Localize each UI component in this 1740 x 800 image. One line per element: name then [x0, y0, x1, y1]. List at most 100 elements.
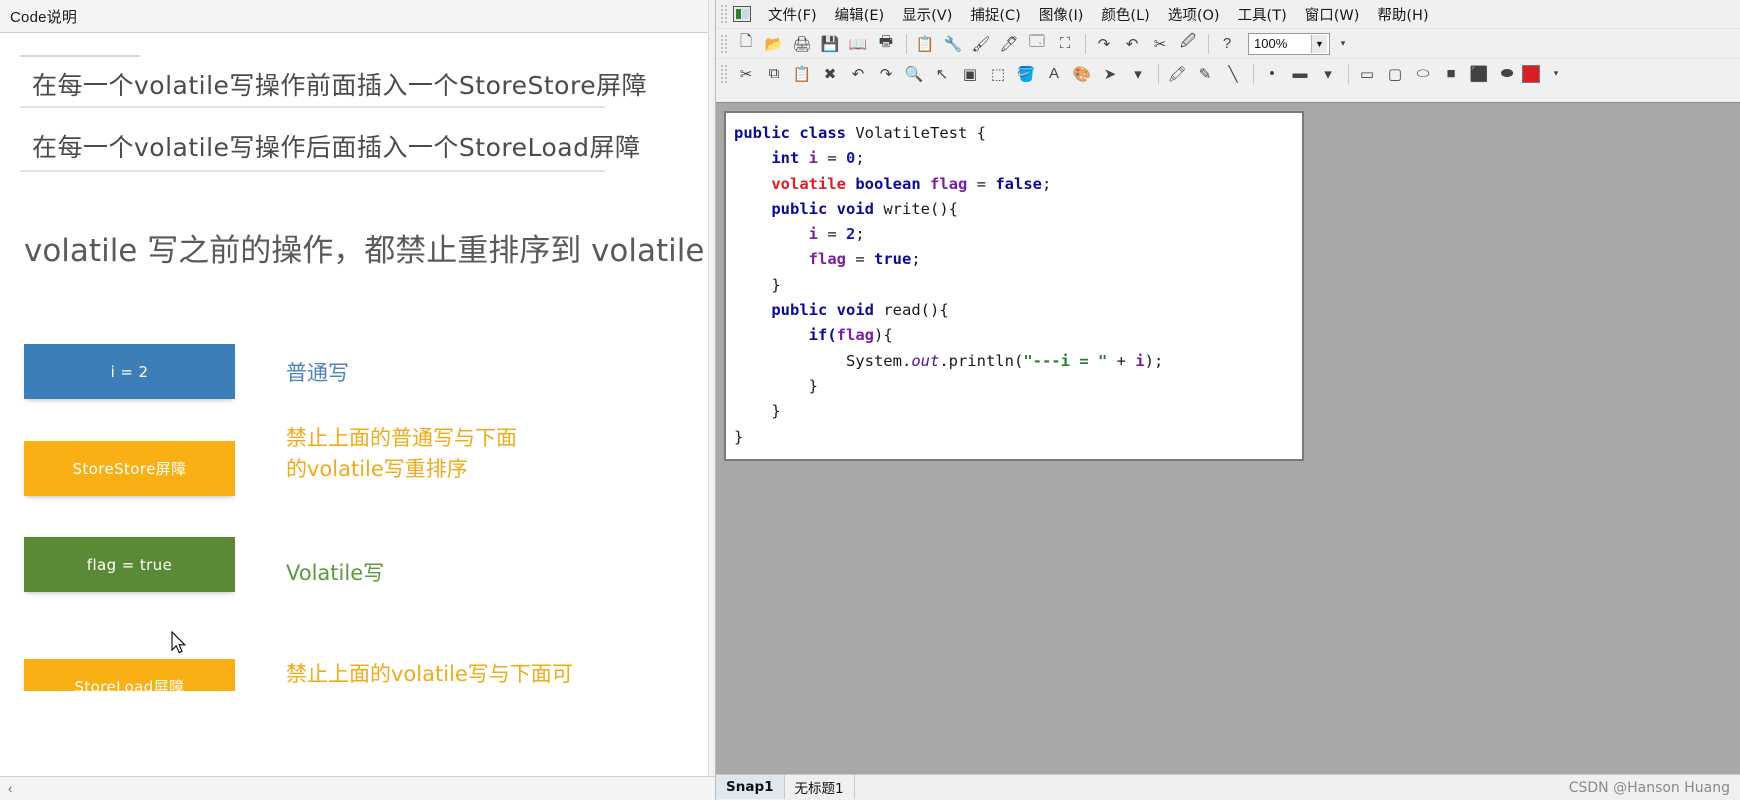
select-region-icon[interactable]: ⬚: [985, 61, 1011, 87]
copy-icon[interactable]: ⧉: [761, 61, 787, 87]
slide-bullet-1-underline: [20, 106, 605, 108]
wrench-icon[interactable]: 🔧: [940, 31, 966, 57]
book-icon[interactable]: 📖: [845, 31, 871, 57]
zoom-more-icon[interactable]: ▾: [1330, 31, 1356, 57]
menu-item-8[interactable]: 窗口(W): [1296, 1, 1369, 28]
code-token: 2: [846, 225, 856, 244]
diagram-note-normal-write: 普通写: [286, 361, 349, 385]
text-icon[interactable]: A: [1041, 61, 1067, 87]
zoom-value: 100%: [1254, 36, 1288, 51]
edit-image-icon[interactable]: 🖉: [1175, 31, 1201, 57]
menu-item-4[interactable]: 图像(I): [1030, 1, 1093, 28]
watermark-text: CSDN @Hanson Huang: [1568, 779, 1730, 796]
code-token: write(){: [883, 199, 958, 218]
help-pointer-icon[interactable]: ?: [1214, 31, 1240, 57]
zoom-icon[interactable]: 🔍: [901, 61, 927, 87]
open-folder-icon[interactable]: 📂: [761, 31, 787, 57]
scroll-left-icon[interactable]: ‹: [8, 781, 12, 796]
region-capture-icon[interactable]: ⛶: [1052, 31, 1078, 57]
code-token: +: [1107, 351, 1136, 370]
menu-item-6[interactable]: 选项(O): [1159, 1, 1229, 28]
slide-content: 在每一个volatile写操作前面插入一个StoreStore屏障 在每一个vo…: [8, 33, 708, 691]
menubar-grip[interactable]: [720, 4, 729, 24]
ellipse-icon[interactable]: ⬭: [1410, 61, 1436, 87]
canvas-area[interactable]: public class VolatileTest { int i = 0; v…: [716, 102, 1740, 774]
toolbar2-grip[interactable]: [720, 63, 729, 84]
line-width-dropdown-icon[interactable]: ▾: [1315, 61, 1341, 87]
diagram-box-i2-label: i = 2: [110, 362, 149, 381]
rect-shape-icon[interactable]: ▭: [1354, 61, 1380, 87]
rotate-right-icon[interactable]: ↷: [1091, 31, 1117, 57]
dot-size-icon[interactable]: •: [1259, 61, 1285, 87]
document-title: Code说明: [10, 8, 78, 26]
line-width-icon[interactable]: ▬: [1287, 61, 1313, 87]
menubar: 文件(F) 编辑(E) 显示(V) 捕捉(C) 图像(I) 颜色(L) 选项(O) 工具(T)…: [716, 0, 1740, 28]
toolbar-separator: [1208, 33, 1209, 54]
undo-icon[interactable]: ↶: [845, 61, 871, 87]
filled-ellipse-icon[interactable]: ⬬: [1494, 61, 1520, 87]
redo-icon[interactable]: ↷: [873, 61, 899, 87]
code-line-0: public class VolatileTest {: [734, 121, 1163, 146]
clipboard-icon[interactable]: 📋: [912, 31, 938, 57]
document-titlebar: Code说明: [0, 0, 715, 33]
app-icon: [733, 6, 751, 22]
rounded-rect-icon[interactable]: ▢: [1382, 61, 1408, 87]
code-token: if(: [808, 326, 837, 345]
menu-item-2[interactable]: 显示(V): [893, 1, 961, 28]
toolbar1-grip[interactable]: [720, 33, 729, 54]
code-token: System.: [845, 351, 912, 370]
arrow-dropdown-icon[interactable]: ▾: [1125, 61, 1151, 87]
save-icon[interactable]: 💾: [817, 31, 843, 57]
code-line-9: System.out.println("---i = " + i);: [734, 349, 1163, 374]
chevron-down-icon[interactable]: ▼: [1311, 34, 1327, 53]
code-token: void: [836, 199, 884, 218]
menu-item-3[interactable]: 捕捉(C): [961, 1, 1029, 28]
status-tab-0[interactable]: Snap1: [716, 775, 785, 799]
code-line-6: }: [734, 273, 1163, 298]
filled-rect-icon[interactable]: ■: [1438, 61, 1464, 87]
diagram-box-storeload-label: StoreLoad屏障: [74, 678, 185, 691]
color-dropdown-icon[interactable]: ▾: [1543, 61, 1569, 87]
zoom-combobox[interactable]: 100% ▼: [1248, 32, 1330, 55]
crop-icon[interactable]: ✂: [1147, 31, 1173, 57]
primary-color-swatch[interactable]: [1522, 64, 1540, 83]
highlighter-icon[interactable]: 🖍: [1164, 61, 1190, 87]
code-token: ;: [1042, 174, 1052, 193]
arrow-tool-icon[interactable]: ➤: [1097, 61, 1123, 87]
status-tab-1[interactable]: 无标题1: [785, 775, 855, 799]
cut-icon[interactable]: ✂: [733, 61, 759, 87]
select-arrow-icon[interactable]: ↖: [929, 61, 955, 87]
code-line-8: if(flag){: [734, 323, 1163, 348]
captured-image-frame[interactable]: public class VolatileTest { int i = 0; v…: [724, 111, 1304, 461]
filled-round-icon[interactable]: ⬛: [1466, 61, 1492, 87]
color-picker-icon[interactable]: 🎨: [1069, 61, 1095, 87]
menu-item-0[interactable]: 文件(F): [759, 1, 826, 28]
window-capture-icon[interactable]: 🗔: [1024, 31, 1050, 57]
rotate-left-icon[interactable]: ↶: [1119, 31, 1145, 57]
print-icon[interactable]: 🖶: [873, 31, 899, 57]
fill-icon[interactable]: 🪣: [1013, 61, 1039, 87]
toolbar-row-2: ✂ ⧉ 📋 ✖ ↶ ↷ 🔍 ↖ ▣ ⬚ 🪣 A 🎨 ➤ ▾ 🖍 ✎ ╲ • ▬ ▾ ▭ ▢ ⬭ ■ ⬛ ⬬ ▾: [716, 58, 1740, 88]
code-token: ;: [855, 225, 865, 244]
select-object-icon[interactable]: ▣: [957, 61, 983, 87]
pencil-icon[interactable]: ✎: [1192, 61, 1218, 87]
stamp-icon[interactable]: 🖌: [968, 31, 994, 57]
menu-item-1[interactable]: 编辑(E): [826, 1, 893, 28]
document-vertical-scrollbar[interactable]: [708, 0, 715, 800]
code-token: i: [808, 225, 828, 244]
line-icon[interactable]: ╲: [1220, 61, 1246, 87]
menu-item-7[interactable]: 工具(T): [1229, 1, 1296, 28]
pen-icon[interactable]: 🖊: [996, 31, 1022, 57]
delete-icon[interactable]: ✖: [817, 61, 843, 87]
paste-icon[interactable]: 📋: [789, 61, 815, 87]
menu-item-5[interactable]: 颜色(L): [1092, 1, 1158, 28]
code-token: .println(: [939, 351, 1024, 370]
new-file-icon[interactable]: 🗋: [733, 31, 759, 57]
menu-item-9[interactable]: 帮助(H): [1368, 1, 1437, 28]
scanner-icon[interactable]: 🖨: [789, 31, 815, 57]
code-line-12: }: [734, 425, 1163, 450]
